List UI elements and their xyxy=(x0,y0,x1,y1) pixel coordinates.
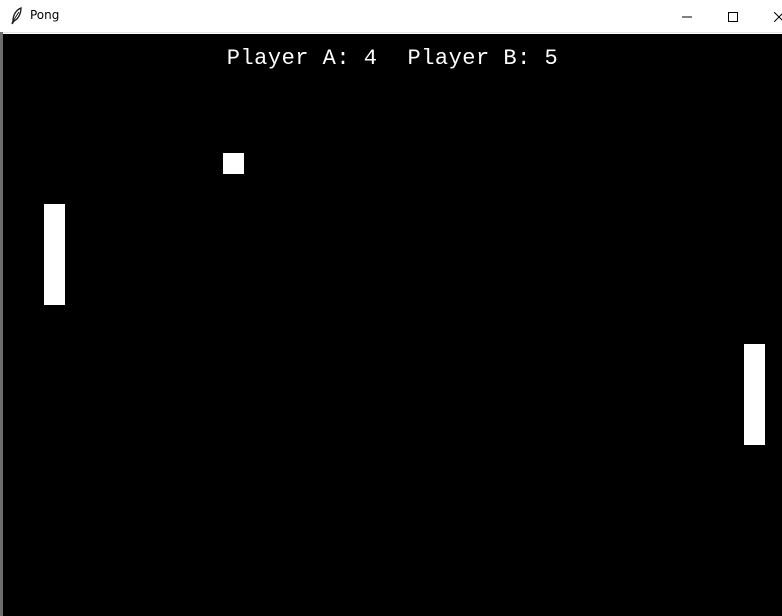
minimize-icon xyxy=(682,7,692,26)
paddle-player-a xyxy=(44,204,65,305)
feather-icon xyxy=(10,7,24,25)
game-canvas[interactable]: Player A: 4 Player B: 5 xyxy=(3,34,782,616)
minimize-button[interactable] xyxy=(664,0,710,32)
paddle-player-b xyxy=(744,344,765,445)
maximize-button[interactable] xyxy=(710,0,756,32)
window-title: Pong xyxy=(30,8,60,22)
scoreboard: Player A: 4 Player B: 5 xyxy=(3,46,782,71)
ball xyxy=(223,153,244,174)
close-icon xyxy=(773,7,782,26)
maximize-icon xyxy=(728,7,738,26)
player-b-score: Player B: 5 xyxy=(407,46,559,71)
title-bar: Pong xyxy=(0,0,782,33)
close-button[interactable] xyxy=(756,0,782,32)
player-a-score: Player A: 4 xyxy=(226,46,378,71)
